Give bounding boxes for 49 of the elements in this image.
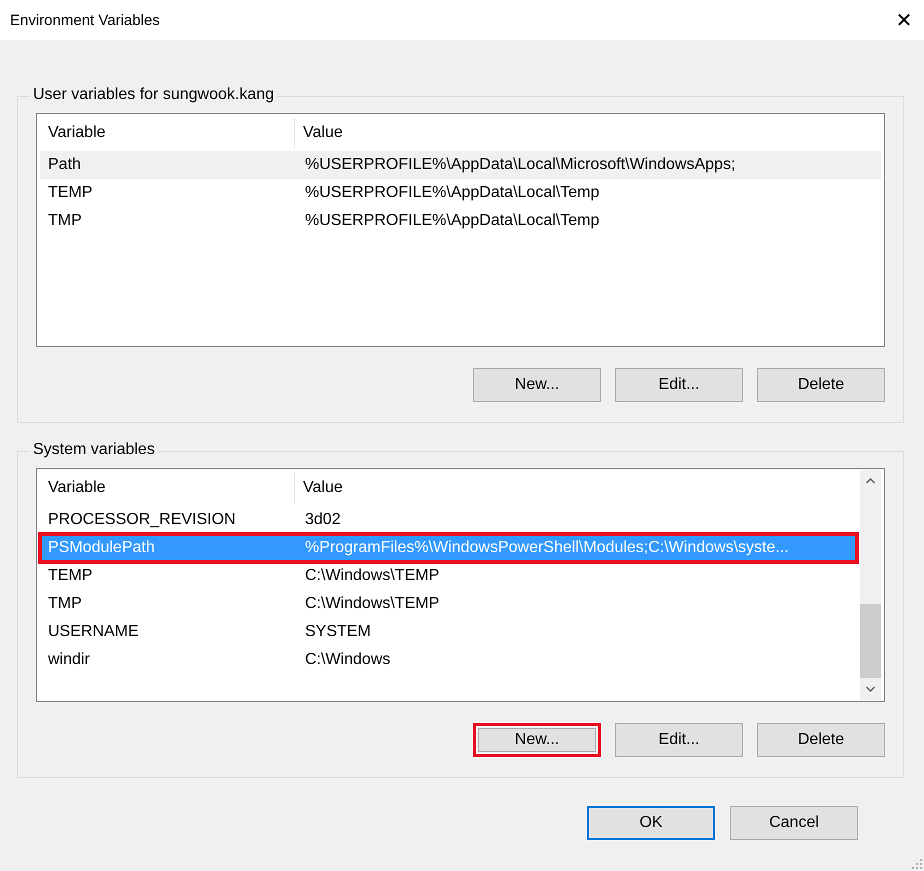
- variable-value: C:\Windows\TEMP: [304, 567, 440, 585]
- variables-list[interactable]: Variable Value Path %USERPROFILE%\AppData\Local\Microsoft\WindowsApps; TEMP %USERPROFILE%\AppData\Local\Temp TMP %USERPROFILE%\AppData\Local\Temp: [36, 113, 885, 347]
- dialog-button[interactable]: Cancel: [730, 806, 858, 840]
- variable-value: %ProgramFiles%\WindowsPowerShell\Modules;C:\Windows\syste...: [304, 539, 789, 557]
- dialog-button[interactable]: Delete: [757, 723, 885, 757]
- variable-row[interactable]: TMP %USERPROFILE%\AppData\Local\Temp: [40, 207, 881, 235]
- variable-row[interactable]: TMP C:\Windows\TEMP: [40, 590, 857, 618]
- variable-row[interactable]: USERNAME SYSTEM: [40, 618, 857, 646]
- column-header[interactable]: Value: [295, 473, 343, 503]
- dialog-button[interactable]: Edit...: [615, 368, 743, 402]
- variable-name: TEMP: [47, 567, 94, 585]
- variable-name: PSModulePath: [47, 539, 156, 557]
- variable-value: C:\Windows: [304, 651, 390, 669]
- variable-row[interactable]: PROCESSOR_REVISION 3d02: [40, 506, 857, 534]
- group-label: User variables for sungwook.kang: [30, 86, 278, 104]
- variable-name: windir: [47, 651, 91, 669]
- dialog-button[interactable]: Delete: [757, 368, 885, 402]
- variable-value: %USERPROFILE%\AppData\Local\Microsoft\WindowsApps;: [304, 156, 736, 174]
- variable-row[interactable]: windir C:\Windows: [40, 646, 857, 674]
- variable-value: %USERPROFILE%\AppData\Local\Temp: [304, 212, 600, 230]
- dialog-button[interactable]: New...: [473, 368, 601, 402]
- variable-name: TEMP: [47, 184, 94, 202]
- column-header[interactable]: Variable: [40, 118, 295, 148]
- variable-name: PROCESSOR_REVISION: [47, 511, 237, 529]
- variable-row[interactable]: TEMP C:\Windows\TEMP: [40, 562, 857, 590]
- variable-name: TMP: [47, 595, 83, 613]
- dialog-button[interactable]: New...: [473, 723, 601, 757]
- scroll-up-icon[interactable]: [866, 478, 875, 484]
- group-label: System variables: [30, 441, 158, 459]
- variable-value: 3d02: [304, 511, 341, 529]
- variables-list[interactable]: Variable Value PROCESSOR_REVISION 3d02 PSModulePath %ProgramFiles%\WindowsPowerShell\Modules;C:\Windows\syste... TEMP C:\Windows\TEMP TMP C:\Windows\TEMP USERNAME SYSTEM windir C:\Windows: [36, 468, 885, 702]
- variable-value: %USERPROFILE%\AppData\Local\Temp: [304, 184, 600, 202]
- column-header[interactable]: Value: [295, 118, 343, 148]
- scrollbar-thumb[interactable]: [860, 604, 881, 678]
- dialog-button[interactable]: OK: [587, 806, 715, 840]
- variable-name: Path: [47, 156, 82, 174]
- variable-name: USERNAME: [47, 623, 140, 641]
- dialog-button[interactable]: Edit...: [615, 723, 743, 757]
- window-title: Environment Variables: [10, 12, 160, 28]
- column-header[interactable]: Variable: [40, 473, 295, 503]
- variable-value: C:\Windows\TEMP: [304, 595, 440, 613]
- scroll-down-icon[interactable]: [866, 686, 875, 692]
- variable-row[interactable]: Path %USERPROFILE%\AppData\Local\Microsoft\WindowsApps;: [40, 151, 881, 179]
- variable-name: TMP: [47, 212, 83, 230]
- close-button[interactable]: ✕: [884, 0, 924, 40]
- resize-grip-icon[interactable]: [912, 859, 922, 869]
- variable-value: SYSTEM: [304, 623, 371, 641]
- variable-row[interactable]: TEMP %USERPROFILE%\AppData\Local\Temp: [40, 179, 881, 207]
- scrollbar[interactable]: [860, 470, 881, 700]
